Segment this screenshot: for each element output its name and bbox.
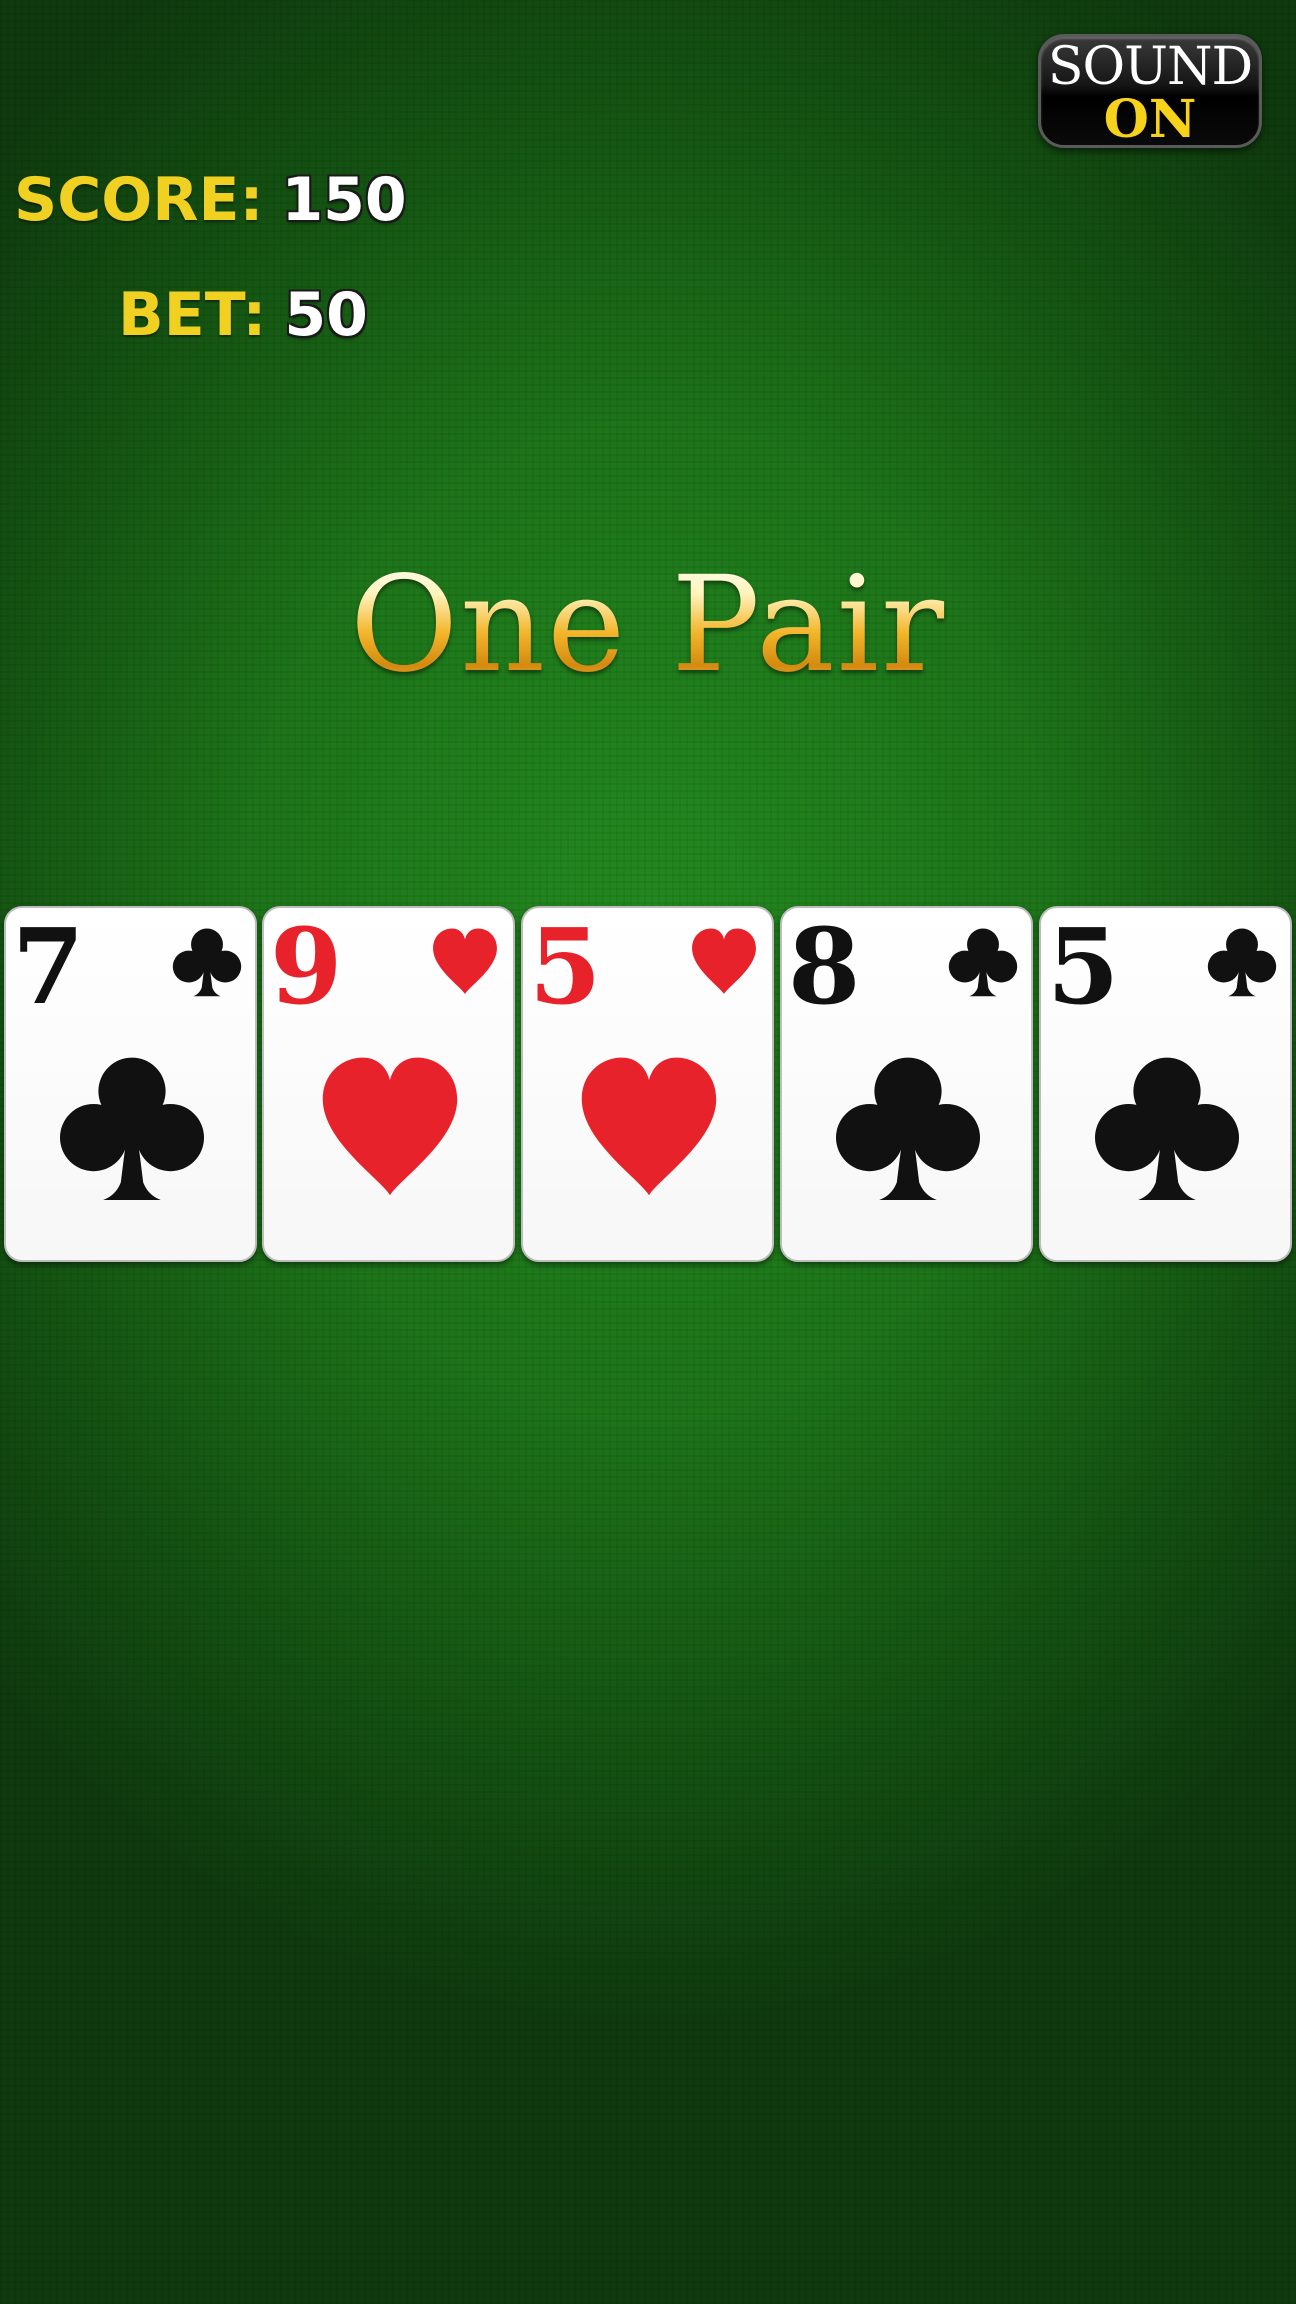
club-icon — [1204, 924, 1280, 1000]
sound-label: SOUND — [1047, 37, 1253, 97]
card-rank: 5 — [1047, 905, 1119, 1028]
card-3[interactable]: 5 — [521, 906, 774, 1262]
card-4[interactable]: 8 — [780, 906, 1033, 1262]
card-rank: 5 — [529, 905, 601, 1028]
hand-result-text: One Pair — [0, 545, 1296, 705]
club-icon — [828, 1048, 988, 1208]
score-display: SCORE: 150 — [14, 165, 407, 235]
bet-value: 50 — [284, 280, 368, 350]
heart-icon — [569, 1048, 729, 1208]
heart-icon — [427, 924, 503, 1000]
club-icon — [169, 924, 245, 1000]
heart-icon — [310, 1048, 470, 1208]
sound-state-label: ON — [1103, 89, 1197, 150]
card-1[interactable]: 7 — [4, 906, 257, 1262]
card-5[interactable]: 5 — [1039, 906, 1292, 1262]
card-rank: 7 — [12, 905, 84, 1028]
club-icon — [1087, 1048, 1247, 1208]
card-2[interactable]: 9 — [262, 906, 515, 1262]
score-label: SCORE: — [14, 165, 264, 235]
player-hand: 7 9 5 8 5 — [0, 906, 1296, 1266]
bet-display: BET: 50 — [118, 280, 368, 350]
card-rank: 9 — [270, 905, 342, 1028]
score-value: 150 — [281, 165, 407, 235]
heart-icon — [686, 924, 762, 1000]
club-icon — [945, 924, 1021, 1000]
bet-label: BET: — [118, 280, 267, 350]
card-rank: 8 — [788, 905, 860, 1028]
club-icon — [52, 1048, 212, 1208]
sound-toggle-button[interactable]: SOUND ON — [1038, 34, 1262, 148]
